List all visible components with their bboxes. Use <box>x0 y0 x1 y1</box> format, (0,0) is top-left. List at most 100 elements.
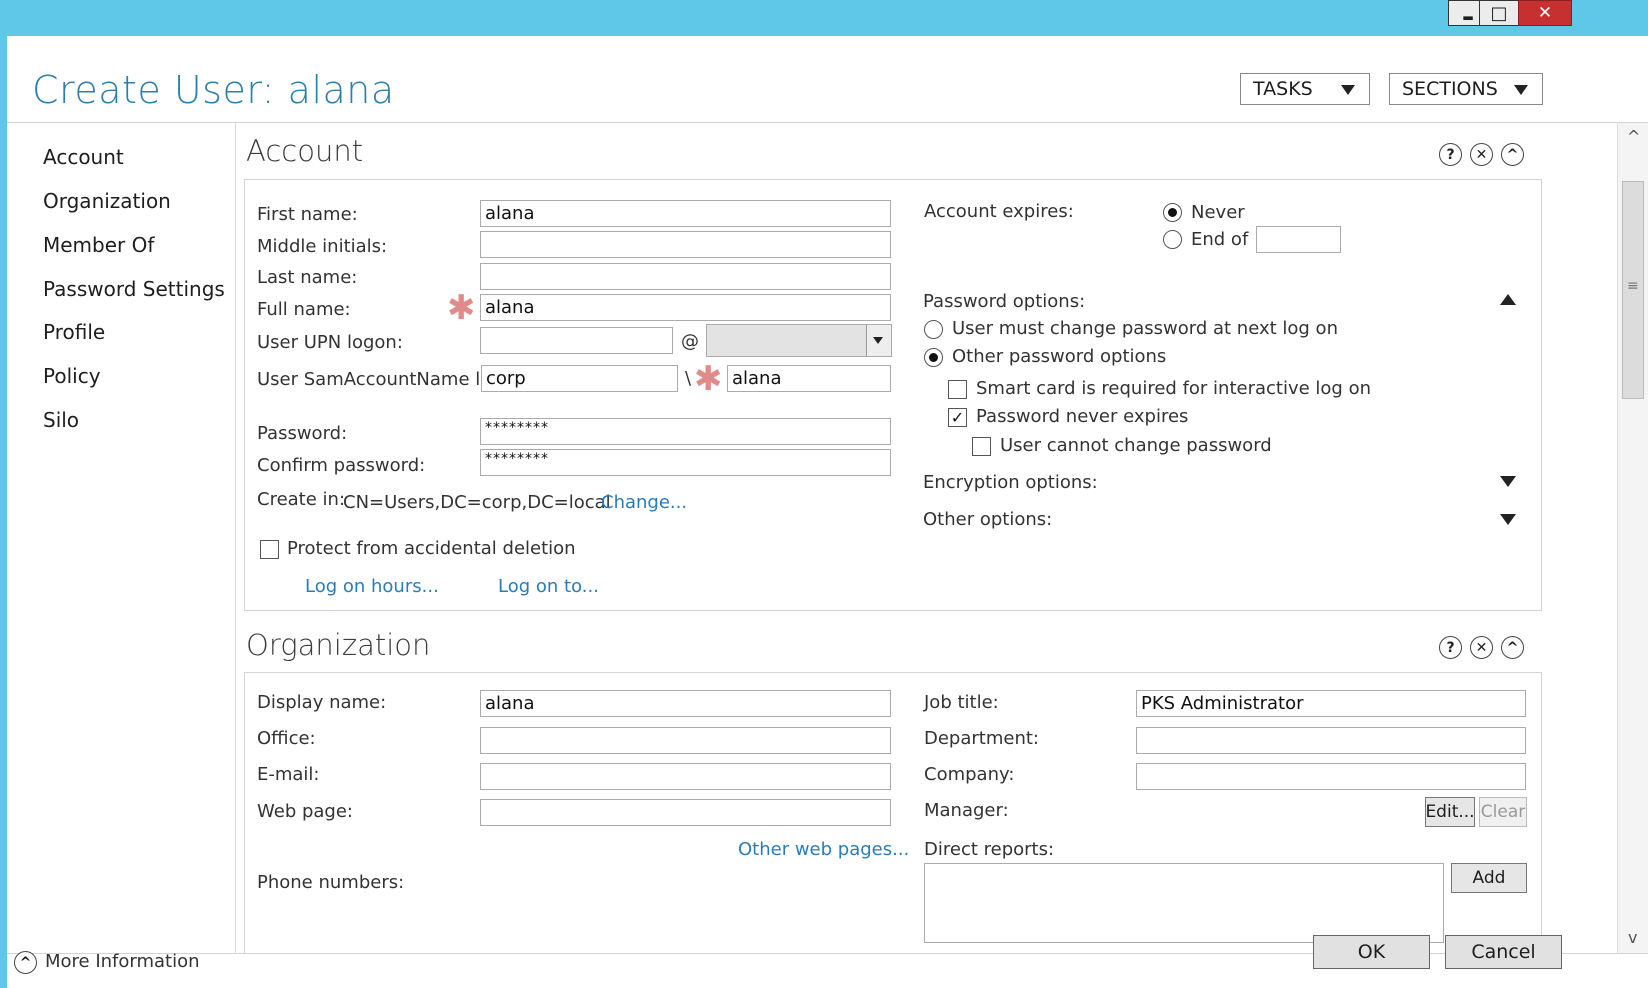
chevron-down-icon <box>1514 85 1528 95</box>
must-change-label: User must change password at next log on <box>952 318 1338 339</box>
company-label: Company: <box>924 764 1015 785</box>
email-field[interactable] <box>480 763 891 790</box>
help-icon[interactable]: ? <box>1439 143 1462 166</box>
chevron-down-icon <box>866 325 891 356</box>
upn-logon-field[interactable] <box>480 327 673 354</box>
logon-hours-link[interactable]: Log on hours... <box>305 576 439 597</box>
first-name-label: First name: <box>257 204 358 225</box>
collapse-triangle-icon[interactable] <box>1500 294 1516 305</box>
sections-dropdown[interactable]: SECTIONS <box>1389 73 1543 105</box>
close-window-button[interactable]: ✕ <box>1518 0 1572 26</box>
company-field[interactable] <box>1136 763 1526 790</box>
protect-deletion-label: Protect from accidental deletion <box>287 538 576 559</box>
never-expires-checkbox[interactable]: ✓ <box>948 408 967 427</box>
other-web-pages-link[interactable]: Other web pages... <box>738 839 909 860</box>
end-of-date-field[interactable] <box>1256 226 1341 253</box>
sam-domain-field[interactable]: corp <box>481 365 678 392</box>
close-icon: ✕ <box>1537 3 1553 23</box>
end-of-label: End of <box>1191 229 1249 250</box>
dialog-frame: Create User: alana TASKS SECTIONS Accoun… <box>7 36 1648 988</box>
upn-logon-label: User UPN logon: <box>257 332 403 353</box>
other-password-options-label: Other password options <box>952 346 1167 367</box>
chevron-up-icon[interactable]: ^ <box>1501 143 1524 166</box>
last-name-field[interactable] <box>480 263 891 290</box>
scroll-thumb[interactable]: ≡ <box>1622 181 1644 399</box>
maximize-icon: □ <box>1490 2 1508 24</box>
account-panel: First name: alana Middle initials: Last … <box>244 179 1542 611</box>
sidebar-item-policy[interactable]: Policy <box>43 364 101 388</box>
job-title-label: Job title: <box>924 692 999 713</box>
logon-to-link[interactable]: Log on to... <box>498 576 599 597</box>
must-change-radio[interactable] <box>924 320 943 339</box>
sidebar-item-member-of[interactable]: Member Of <box>43 233 154 257</box>
scroll-down-icon[interactable]: v <box>1628 928 1637 947</box>
ok-button[interactable]: OK <box>1313 935 1430 969</box>
grip-icon: ≡ <box>1627 278 1639 294</box>
checkmark-icon: ✓ <box>950 407 965 427</box>
smart-card-label: Smart card is required for interactive l… <box>976 378 1371 399</box>
sidebar-item-organization[interactable]: Organization <box>43 189 171 213</box>
never-radio[interactable] <box>1163 203 1182 222</box>
display-name-field[interactable]: alana <box>480 690 891 717</box>
manager-label: Manager: <box>924 800 1009 821</box>
other-options-label: Other options: <box>923 509 1053 530</box>
other-password-options-radio[interactable] <box>924 348 943 367</box>
organization-panel: Display name: alana Office: E-mail: Web … <box>244 672 1542 953</box>
chevron-up-icon[interactable]: ^ <box>14 951 37 974</box>
sidebar-item-profile[interactable]: Profile <box>43 320 105 344</box>
at-sign: @ <box>681 331 699 352</box>
sam-name-field[interactable]: alana <box>727 365 891 392</box>
edit-manager-button[interactable]: Edit... <box>1425 797 1475 827</box>
account-expires-label: Account expires: <box>924 201 1074 222</box>
close-icon[interactable]: ✕ <box>1470 636 1493 659</box>
protect-deletion-checkbox[interactable] <box>260 540 279 559</box>
expand-triangle-icon[interactable] <box>1500 514 1516 525</box>
smart-card-checkbox[interactable] <box>948 380 967 399</box>
password-field[interactable]: ******** <box>480 418 891 445</box>
required-icon: ✱ <box>447 288 476 328</box>
tasks-label: TASKS <box>1253 78 1313 100</box>
scroll-up-icon[interactable]: ^ <box>1627 127 1640 146</box>
clear-manager-button[interactable]: Clear <box>1479 797 1527 827</box>
sam-account-name-label: User SamAccountName l... <box>257 369 498 390</box>
upn-domain-select[interactable] <box>706 324 892 357</box>
sidebar-item-account[interactable]: Account <box>43 145 124 169</box>
tasks-dropdown[interactable]: TASKS <box>1240 73 1370 105</box>
change-link[interactable]: Change... <box>601 492 687 513</box>
full-name-field[interactable]: alana <box>480 294 891 321</box>
password-options-label: Password options: <box>923 291 1086 312</box>
account-section-title: Account <box>246 134 364 168</box>
web-page-label: Web page: <box>257 801 353 822</box>
account-section-controls: ? ✕ ^ <box>1439 143 1524 166</box>
confirm-password-label: Confirm password: <box>257 455 426 476</box>
content-area: Account ? ✕ ^ First name: alana Middle i… <box>236 123 1617 953</box>
add-direct-report-button[interactable]: Add <box>1451 863 1527 893</box>
close-icon[interactable]: ✕ <box>1470 143 1493 166</box>
office-field[interactable] <box>480 727 891 754</box>
required-icon: ✱ <box>694 359 723 399</box>
display-name-label: Display name: <box>257 692 387 713</box>
sam-separator: \ <box>685 368 692 389</box>
chevron-up-icon[interactable]: ^ <box>1501 636 1524 659</box>
sidebar-item-silo[interactable]: Silo <box>43 408 79 432</box>
more-information-label[interactable]: More Information <box>45 951 200 972</box>
cannot-change-checkbox[interactable] <box>972 437 991 456</box>
minimize-icon: ▂ <box>1463 6 1473 20</box>
department-field[interactable] <box>1136 727 1526 754</box>
first-name-field[interactable]: alana <box>480 200 891 227</box>
end-of-radio[interactable] <box>1163 230 1182 249</box>
direct-reports-label: Direct reports: <box>924 839 1055 860</box>
expand-triangle-icon[interactable] <box>1500 476 1516 487</box>
help-icon[interactable]: ? <box>1439 636 1462 659</box>
middle-initials-field[interactable] <box>480 231 891 258</box>
job-title-field[interactable]: PKS Administrator <box>1136 690 1526 717</box>
vertical-scrollbar[interactable]: ^ ≡ v <box>1617 123 1648 953</box>
footer-bar: ^ More Information OK Cancel <box>7 935 1648 988</box>
web-page-field[interactable] <box>480 799 891 826</box>
confirm-password-field[interactable]: ******** <box>480 449 891 476</box>
full-name-label: Full name: <box>257 299 351 320</box>
maximize-button[interactable]: □ <box>1479 0 1519 26</box>
cancel-button[interactable]: Cancel <box>1445 935 1562 969</box>
direct-reports-list[interactable] <box>924 863 1444 943</box>
sidebar-item-password-settings[interactable]: Password Settings <box>43 277 225 301</box>
